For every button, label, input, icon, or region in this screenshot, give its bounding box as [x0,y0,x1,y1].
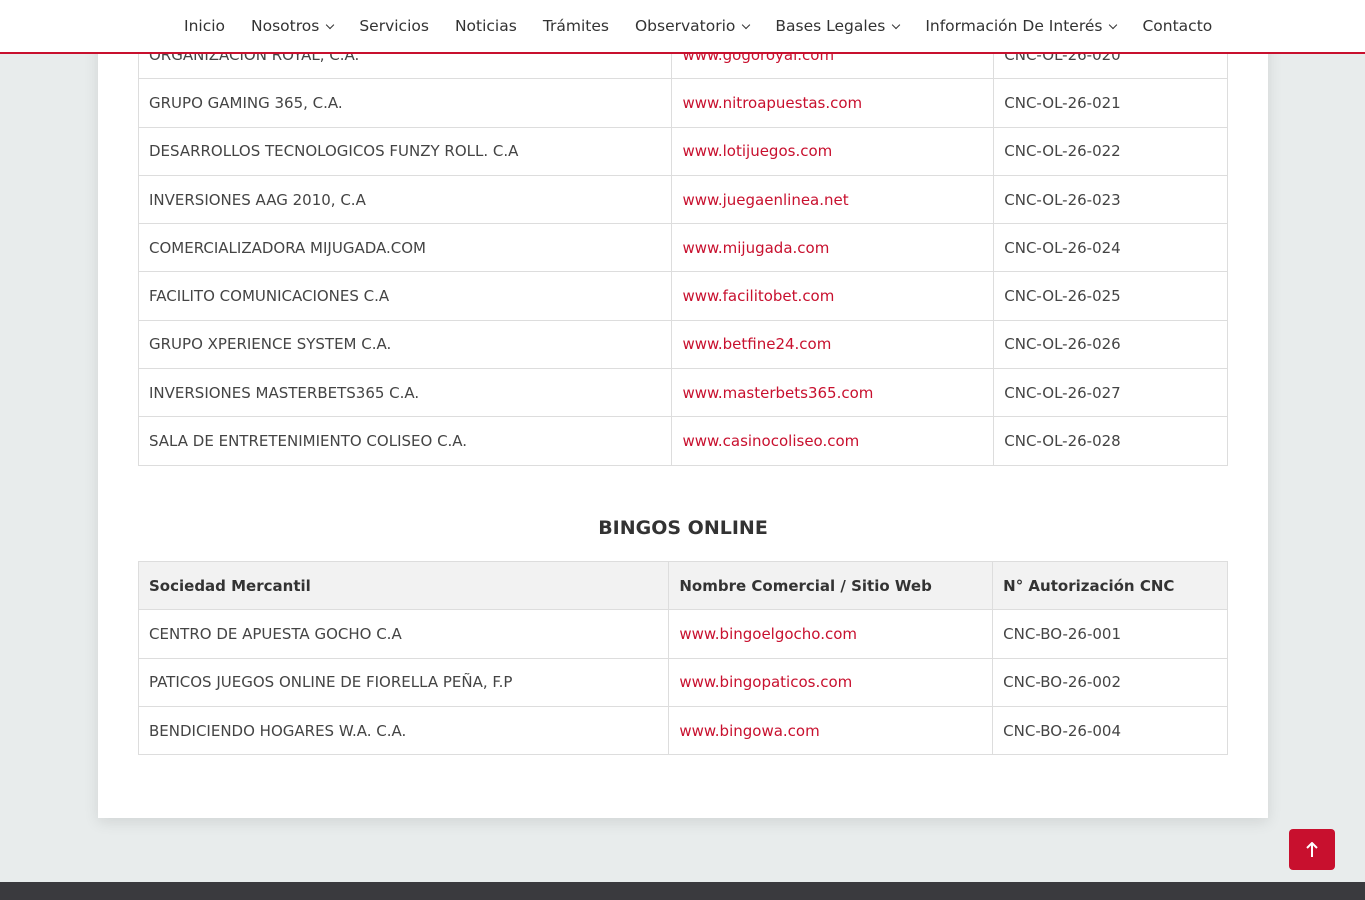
authorization-cell: CNC-OL-26-021 [993,78,1228,128]
company-name-cell: PATICOS JUEGOS ONLINE DE FIORELLA PEÑA, … [137,657,670,707]
table-row: CENTRO DE APUESTA GOCHO C.A www.bingoelgo… [137,609,1228,659]
nav-item-label: Noticias [454,17,517,35]
online-operators-table: ORGANIZACIÓN ROYAL, C.A. www.gogoroyal.co… [137,29,1228,466]
website-link[interactable]: www.nitroapuestas.com [682,94,862,112]
nav-item-label: Inicio [184,17,226,35]
company-name-cell: GRUPO GAMING 365, C.A. [137,78,673,128]
website-link[interactable]: www.facilitobet.com [682,287,834,305]
section-title-bingos: BINGOS ONLINE [598,517,768,539]
nav-item-label: Información De Interés [925,17,1103,35]
nav-item-servicios[interactable]: Servicios [359,17,429,35]
nav-item-label: Observatorio [634,17,736,35]
nav-menu: Inicio Nosotros Servicios Noticias Trámites O… [184,0,1238,52]
website-cell: www.mijugada.com [671,223,995,273]
website-cell: www.lotijuegos.com [671,126,995,176]
website-link[interactable]: www.bingoelgocho.com [679,625,857,643]
nav-item-trámites[interactable]: Trámites [543,17,609,35]
website-cell: www.betfine24.com [671,319,995,370]
company-name-cell: FACILITO COMUNICACIONES C.A [137,271,673,321]
content-card: ORGANIZACIÓN ROYAL, C.A. www.gogoroyal.co… [98,0,1268,818]
table-row: FACILITO COMUNICACIONES C.A www.facilitob… [137,271,1228,321]
website-link[interactable]: www.lotijuegos.com [682,142,832,160]
authorization-cell: CNC-BO-26-004 [992,705,1228,756]
website-cell: www.masterbets365.com [671,368,995,418]
table-row: COMERCIALIZADORA MIJUGADA.COM www.mijugad… [137,223,1228,273]
website-cell: www.juegaenlinea.net [671,174,995,225]
website-link[interactable]: www.casinocoliseo.com [682,432,859,450]
company-name-cell: DESARROLLOS TECNOLOGICOS FUNZY ROLL. C.A [137,126,673,176]
company-name-cell: CENTRO DE APUESTA GOCHO C.A [137,609,670,659]
table-header-row: Sociedad Mercantil Nombre Comercial / Si… [137,560,1228,611]
website-link[interactable]: www.bingowa.com [679,722,819,740]
nav-item-información-de-interés[interactable]: Información De Interés [925,17,1118,35]
top-navigation: Inicio Nosotros Servicios Noticias Trámites O… [0,0,1365,54]
company-name-cell: INVERSIONES AAG 2010, C.A [137,174,673,225]
authorization-cell: CNC-OL-26-023 [993,174,1228,225]
website-cell: www.bingowa.com [668,705,994,756]
authorization-cell: CNC-BO-26-001 [992,609,1228,659]
table-row: BENDICIENDO HOGARES W.A. C.A. www.bingowa… [137,705,1228,756]
authorization-cell: CNC-BO-26-002 [992,657,1228,707]
nav-item-nosotros[interactable]: Nosotros [251,17,335,35]
nav-item-label: Bases Legales [775,17,886,35]
website-cell: www.bingoelgocho.com [668,609,994,659]
nav-item-label: Nosotros [251,17,320,35]
authorization-cell: CNC-OL-26-026 [993,319,1228,370]
website-cell: www.bingopaticos.com [668,657,994,707]
table-row: GRUPO GAMING 365, C.A. www.nitroapuestas.… [137,78,1228,128]
website-link[interactable]: www.juegaenlinea.net [682,191,848,209]
table-row: GRUPO XPERIENCE SYSTEM C.A. www.betfine24… [137,319,1228,370]
website-link[interactable]: www.masterbets365.com [682,384,873,402]
company-name-cell: COMERCIALIZADORA MIJUGADA.COM [137,223,673,273]
header-company: Sociedad Mercantil [137,560,670,611]
company-name-cell: SALA DE ENTRETENIMIENTO COLISEO C.A. [137,416,673,466]
nav-item-label: Trámites [542,17,609,35]
nav-item-bases-legales[interactable]: Bases Legales [775,17,901,35]
authorization-cell: CNC-OL-26-028 [993,416,1228,466]
website-link[interactable]: www.bingopaticos.com [679,673,852,691]
company-name-cell: GRUPO XPERIENCE SYSTEM C.A. [137,319,673,370]
table-row: DESARROLLOS TECNOLOGICOS FUNZY ROLL. C.A… [137,126,1228,176]
authorization-cell: CNC-OL-26-025 [993,271,1228,321]
table-row: INVERSIONES AAG 2010, C.A www.juegaenline… [137,174,1228,225]
nav-item-observatorio[interactable]: Observatorio [634,17,751,35]
authorization-cell: CNC-OL-26-027 [993,368,1228,418]
website-cell: www.casinocoliseo.com [671,416,995,466]
nav-item-label: Contacto [1142,17,1213,35]
company-name-cell: BENDICIENDO HOGARES W.A. C.A. [137,705,670,756]
chevron-down-icon [326,20,335,29]
website-cell: www.facilitobet.com [671,271,995,321]
chevron-down-icon [742,20,751,29]
website-link[interactable]: www.mijugada.com [682,239,829,257]
header-auth: N° Autorización CNC [992,560,1228,611]
table-row: SALA DE ENTRETENIMIENTO COLISEO C.A. www.… [137,416,1228,466]
nav-item-label: Servicios [359,17,429,35]
site-footer [0,882,1365,900]
website-link[interactable]: www.betfine24.com [682,335,831,353]
chevron-down-icon [1109,20,1118,29]
bingos-online-table: Sociedad Mercantil Nombre Comercial / Si… [137,560,1228,756]
scroll-to-top-button[interactable] [1289,829,1335,870]
arrow-up-icon [1306,841,1318,857]
authorization-cell: CNC-OL-26-024 [993,223,1228,273]
header-site: Nombre Comercial / Sitio Web [668,560,994,611]
table-row: PATICOS JUEGOS ONLINE DE FIORELLA PEÑA, … [137,657,1228,707]
table-row: INVERSIONES MASTERBETS365 C.A. www.master… [137,368,1228,418]
chevron-down-icon [892,20,901,29]
website-cell: www.nitroapuestas.com [671,78,995,128]
nav-item-contacto[interactable]: Contacto [1142,17,1212,35]
company-name-cell: INVERSIONES MASTERBETS365 C.A. [137,368,673,418]
nav-item-inicio[interactable]: Inicio [184,17,225,35]
authorization-cell: CNC-OL-26-022 [993,126,1228,176]
nav-item-noticias[interactable]: Noticias [455,17,517,35]
